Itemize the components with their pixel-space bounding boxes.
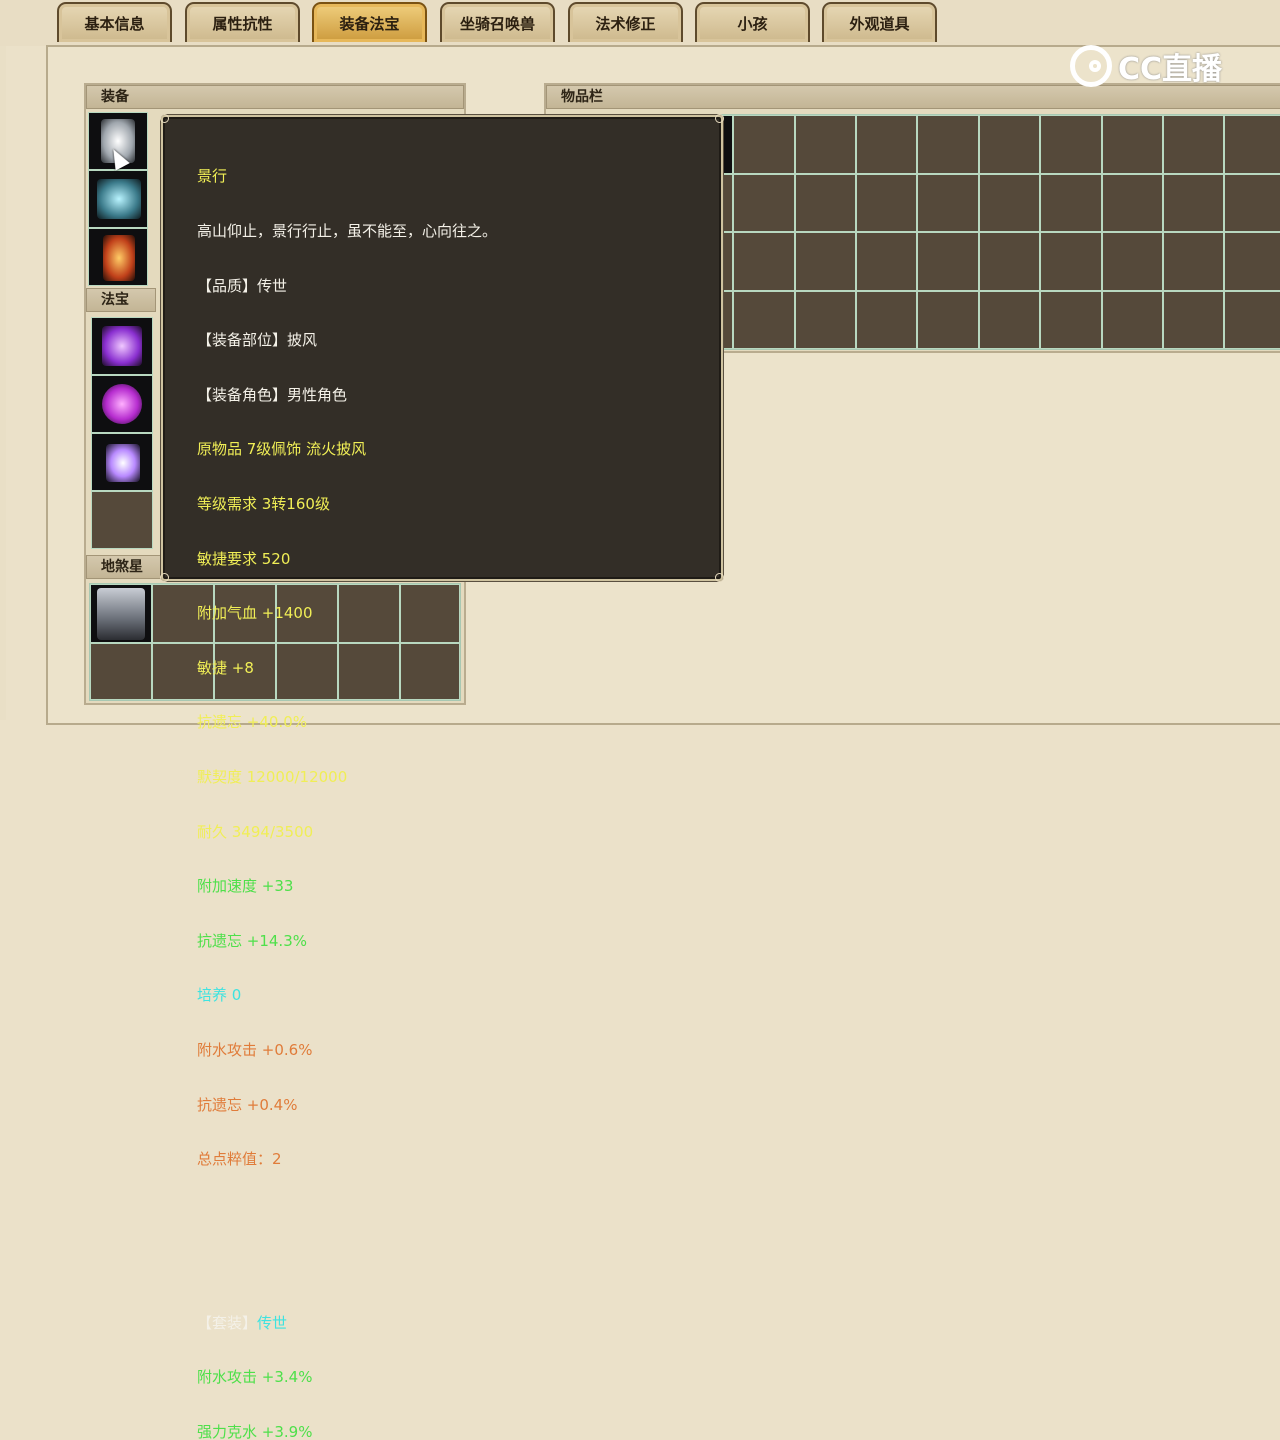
tooltip-corner: [160, 114, 169, 123]
treasure-slot-1[interactable]: [91, 317, 153, 375]
item-speed: 附加速度 +33: [197, 877, 294, 896]
inventory-slot[interactable]: [1224, 173, 1280, 232]
character-portrait-icon: [97, 588, 145, 640]
inventory-slot[interactable]: [856, 173, 918, 232]
treasure-lantern-icon: [102, 326, 142, 366]
watermark-logo: CC直播: [1070, 44, 1222, 88]
inventory-slot[interactable]: [978, 232, 1041, 291]
amulet-icon: [103, 235, 135, 281]
inventory-slot[interactable]: [1224, 232, 1280, 291]
item-purity: 总点粹值：2: [197, 1150, 282, 1169]
inventory-slot[interactable]: [917, 232, 979, 291]
treasure-ring-icon: [102, 384, 142, 424]
tooltip-corner: [160, 573, 169, 582]
item-resist-extra: 抗遗忘 +0.4%: [197, 1095, 298, 1114]
item-durability: 耐久 3494/3500: [197, 822, 314, 841]
inventory-slot[interactable]: [733, 290, 795, 349]
item-hp: 附加气血 +1400: [197, 604, 313, 623]
inventory-header: 物品栏: [546, 85, 1280, 109]
equipment-header: 装备: [86, 85, 464, 109]
tooltip-corner: [715, 114, 724, 123]
cc-logo-icon: [1070, 45, 1112, 87]
watermark-text: CC直播: [1118, 52, 1223, 87]
treasure-slot-4[interactable]: [91, 491, 153, 549]
inventory-slot[interactable]: [1163, 173, 1225, 232]
inventory-slot[interactable]: [1163, 232, 1225, 291]
item-tooltip: 景行 高山仰止，景行行止，虽不能至，心向往之。 【品质】传世 【装备部位】披风 …: [160, 114, 724, 1440]
item-name: 景行: [197, 167, 228, 186]
inventory-slot[interactable]: [733, 173, 795, 232]
inventory-slot[interactable]: [917, 115, 979, 174]
item-agility-req: 敏捷要求 520: [197, 549, 291, 568]
inventory-slot[interactable]: [1224, 115, 1280, 174]
inventory-slot[interactable]: [978, 173, 1041, 232]
inventory-slot[interactable]: [794, 232, 856, 291]
item-slot: 【装备部位】披风: [197, 331, 318, 350]
treasure-orb-icon: [106, 444, 140, 482]
inventory-slot[interactable]: [978, 290, 1041, 349]
inventory-slot[interactable]: [856, 290, 918, 349]
inventory-slot[interactable]: [1163, 115, 1225, 174]
treasure-slot-2[interactable]: [91, 375, 153, 433]
tab-spell-correction[interactable]: 法术修正: [568, 2, 683, 42]
treasure-slot-3[interactable]: [91, 433, 153, 491]
inventory-slot[interactable]: [917, 173, 979, 232]
inventory-slot[interactable]: [917, 290, 979, 349]
inventory-slot[interactable]: [1040, 173, 1102, 232]
tab-mount-summon[interactable]: 坐骑召唤兽: [440, 2, 555, 42]
equip-slot-2[interactable]: [88, 170, 148, 228]
inventory-slot[interactable]: [1101, 173, 1163, 232]
inventory-slot[interactable]: [733, 232, 795, 291]
item-water-attack: 附水攻击 +0.6%: [197, 1040, 313, 1059]
set-name: 传世: [257, 1313, 288, 1332]
inventory-slot[interactable]: [978, 115, 1041, 174]
inventory-slot[interactable]: [794, 173, 856, 232]
tab-basic-info[interactable]: 基本信息: [57, 2, 172, 42]
item-level-req: 等级需求 3转160级: [197, 494, 330, 513]
inventory-slot[interactable]: [856, 115, 918, 174]
inventory-slot[interactable]: [856, 232, 918, 291]
armor-icon: [97, 179, 141, 219]
inventory-slot[interactable]: [1101, 232, 1163, 291]
left-edge: [0, 0, 6, 720]
inventory-slot[interactable]: [1163, 290, 1225, 349]
inventory-slot[interactable]: [1101, 115, 1163, 174]
equip-slot-3[interactable]: [88, 228, 148, 286]
treasure-header: 法宝: [86, 288, 156, 312]
tab-bar: 基本信息 属性抗性 装备法宝 坐骑召唤兽 法术修正 小孩 外观道具: [0, 0, 1280, 46]
tab-attribute-resistance[interactable]: 属性抗性: [185, 2, 300, 42]
star-slot-1[interactable]: [90, 584, 152, 643]
tooltip-corner: [715, 573, 724, 582]
star-slot[interactable]: [90, 643, 152, 700]
item-agility: 敏捷 +8: [197, 658, 254, 677]
set-water-attack: 附水攻击 +3.4%: [197, 1368, 313, 1387]
inventory-slot[interactable]: [1224, 290, 1280, 349]
inventory-slot[interactable]: [794, 115, 856, 174]
set-counter-water: 强力克水 +3.9%: [197, 1423, 313, 1440]
tab-child[interactable]: 小孩: [695, 2, 810, 42]
inventory-slot[interactable]: [794, 290, 856, 349]
item-cultivate: 培养 0: [197, 986, 242, 1005]
inventory-slot[interactable]: [1040, 115, 1102, 174]
inventory-slot[interactable]: [1040, 290, 1102, 349]
item-original: 原物品 7级佩饰 流火披风: [197, 440, 367, 459]
inventory-slot[interactable]: [733, 115, 795, 174]
item-tacit: 默契度 12000/12000: [197, 767, 348, 786]
tab-appearance-items[interactable]: 外观道具: [822, 2, 937, 42]
set-label: 【套装】: [197, 1313, 258, 1332]
item-description: 高山仰止，景行行止，虽不能至，心向往之。: [197, 222, 498, 240]
inventory-slot[interactable]: [1101, 290, 1163, 349]
item-resist: 抗遗忘 +40.0%: [197, 713, 307, 732]
item-role: 【装备角色】男性角色: [197, 385, 348, 404]
inventory-slot[interactable]: [1040, 232, 1102, 291]
item-quality: 【品质】传世: [197, 276, 288, 295]
tab-equipment-treasure[interactable]: 装备法宝: [312, 2, 427, 42]
item-resist-bonus: 抗遗忘 +14.3%: [197, 931, 307, 950]
